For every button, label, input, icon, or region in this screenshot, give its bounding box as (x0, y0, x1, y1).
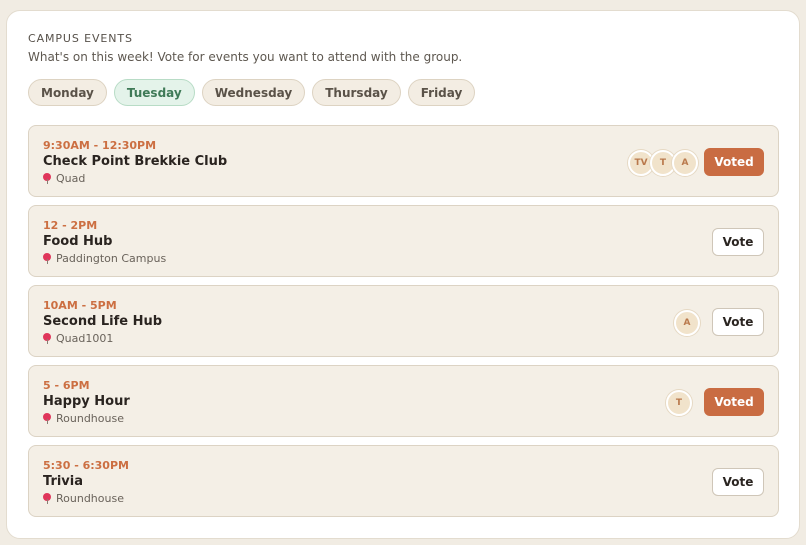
event-location-label: Quad (56, 172, 86, 185)
event-time: 10AM - 5PM (43, 299, 117, 312)
map-pin-icon (43, 493, 51, 504)
voted-button[interactable]: Voted (704, 148, 764, 176)
voted-button[interactable]: Voted (704, 388, 764, 416)
event-time: 5 - 6PM (43, 379, 90, 392)
tab-tuesday[interactable]: Tuesday (113, 79, 195, 106)
tab-wednesday[interactable]: Wednesday (201, 79, 306, 106)
vote-button[interactable]: Vote (712, 468, 764, 496)
map-pin-icon (43, 333, 51, 344)
avatar: A (674, 310, 700, 336)
avatar: T (666, 390, 692, 416)
section-heading: CAMPUS EVENTS (28, 32, 133, 45)
event-location: Roundhouse (43, 412, 124, 425)
event-name: Second Life Hub (43, 314, 163, 329)
tab-monday[interactable]: Monday (28, 79, 107, 106)
event-location-label: Roundhouse (56, 412, 124, 425)
map-pin-icon (43, 413, 51, 424)
attendee-avatars: A (674, 310, 700, 336)
event-location: Roundhouse (43, 492, 124, 505)
section-subtitle: What's on this week! Vote for events you… (28, 50, 463, 64)
event-time: 12 - 2PM (43, 219, 98, 232)
event-card: 5:30 - 6:30PM Trivia Roundhouse Vote (28, 445, 779, 517)
event-location: Quad (43, 172, 85, 185)
event-location-label: Roundhouse (56, 492, 124, 505)
attendee-avatars: TV T A (628, 150, 698, 176)
campus-events-card: CAMPUS EVENTS What's on this week! Vote … (6, 10, 800, 539)
map-pin-icon (43, 173, 51, 184)
attendee-avatars: T (666, 390, 692, 416)
avatar: A (672, 150, 698, 176)
event-location: Quad1001 (43, 332, 113, 345)
event-name: Trivia (43, 474, 84, 489)
tab-thursday[interactable]: Thursday (312, 79, 401, 106)
event-location-label: Quad1001 (56, 332, 114, 345)
day-tabs: Monday Tuesday Wednesday Thursday Friday (28, 79, 476, 106)
tab-friday[interactable]: Friday (407, 79, 476, 106)
map-pin-icon (43, 253, 51, 264)
event-card: 5 - 6PM Happy Hour Roundhouse T Voted (28, 365, 779, 437)
event-name: Check Point Brekkie Club (43, 154, 228, 169)
vote-button[interactable]: Vote (712, 308, 764, 336)
event-time: 5:30 - 6:30PM (43, 459, 129, 472)
event-card: 12 - 2PM Food Hub Paddington Campus Vote (28, 205, 779, 277)
event-card: 10AM - 5PM Second Life Hub Quad1001 A Vo… (28, 285, 779, 357)
event-name: Happy Hour (43, 394, 130, 409)
event-card: 9:30AM - 12:30PM Check Point Brekkie Clu… (28, 125, 779, 197)
vote-button[interactable]: Vote (712, 228, 764, 256)
event-time: 9:30AM - 12:30PM (43, 139, 157, 152)
event-name: Food Hub (43, 234, 113, 249)
event-location: Paddington Campus (43, 252, 166, 265)
event-location-label: Paddington Campus (56, 252, 167, 265)
